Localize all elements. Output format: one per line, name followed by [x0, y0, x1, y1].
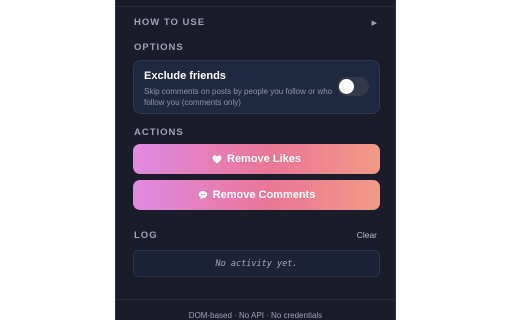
bottom-divider — [116, 299, 395, 300]
log-header: LOG — [134, 230, 158, 241]
how-to-use-header[interactable]: HOW TO USE — [134, 17, 205, 28]
triangle-right-icon[interactable]: ▶ — [372, 19, 377, 27]
exclude-friends-toggle[interactable] — [337, 77, 369, 96]
clear-log-button[interactable]: Clear — [357, 230, 377, 240]
actions-header: ACTIONS — [134, 127, 184, 138]
exclude-friends-option: Exclude friends Skip comments on posts b… — [133, 60, 380, 114]
extension-panel: HOW TO USE ▶ OPTIONS Exclude friends Ski… — [115, 0, 396, 320]
footer-text: DOM-based · No API · No credentials — [188, 311, 323, 320]
remove-comments-button[interactable]: Remove Comments — [133, 180, 380, 210]
top-divider — [116, 6, 395, 7]
remove-likes-button[interactable]: Remove Likes — [133, 144, 380, 174]
exclude-friends-title: Exclude friends — [144, 70, 226, 82]
heart-icon — [212, 154, 222, 164]
remove-comments-label: Remove Comments — [212, 189, 316, 201]
remove-likes-label: Remove Likes — [227, 153, 301, 165]
exclude-friends-description: Skip comments on posts by people you fol… — [144, 87, 333, 107]
speech-bubble-icon — [198, 190, 208, 200]
options-header: OPTIONS — [134, 42, 184, 53]
toggle-knob — [339, 79, 354, 94]
log-output: No activity yet. — [133, 250, 380, 277]
log-empty-text: No activity yet. — [215, 258, 298, 269]
